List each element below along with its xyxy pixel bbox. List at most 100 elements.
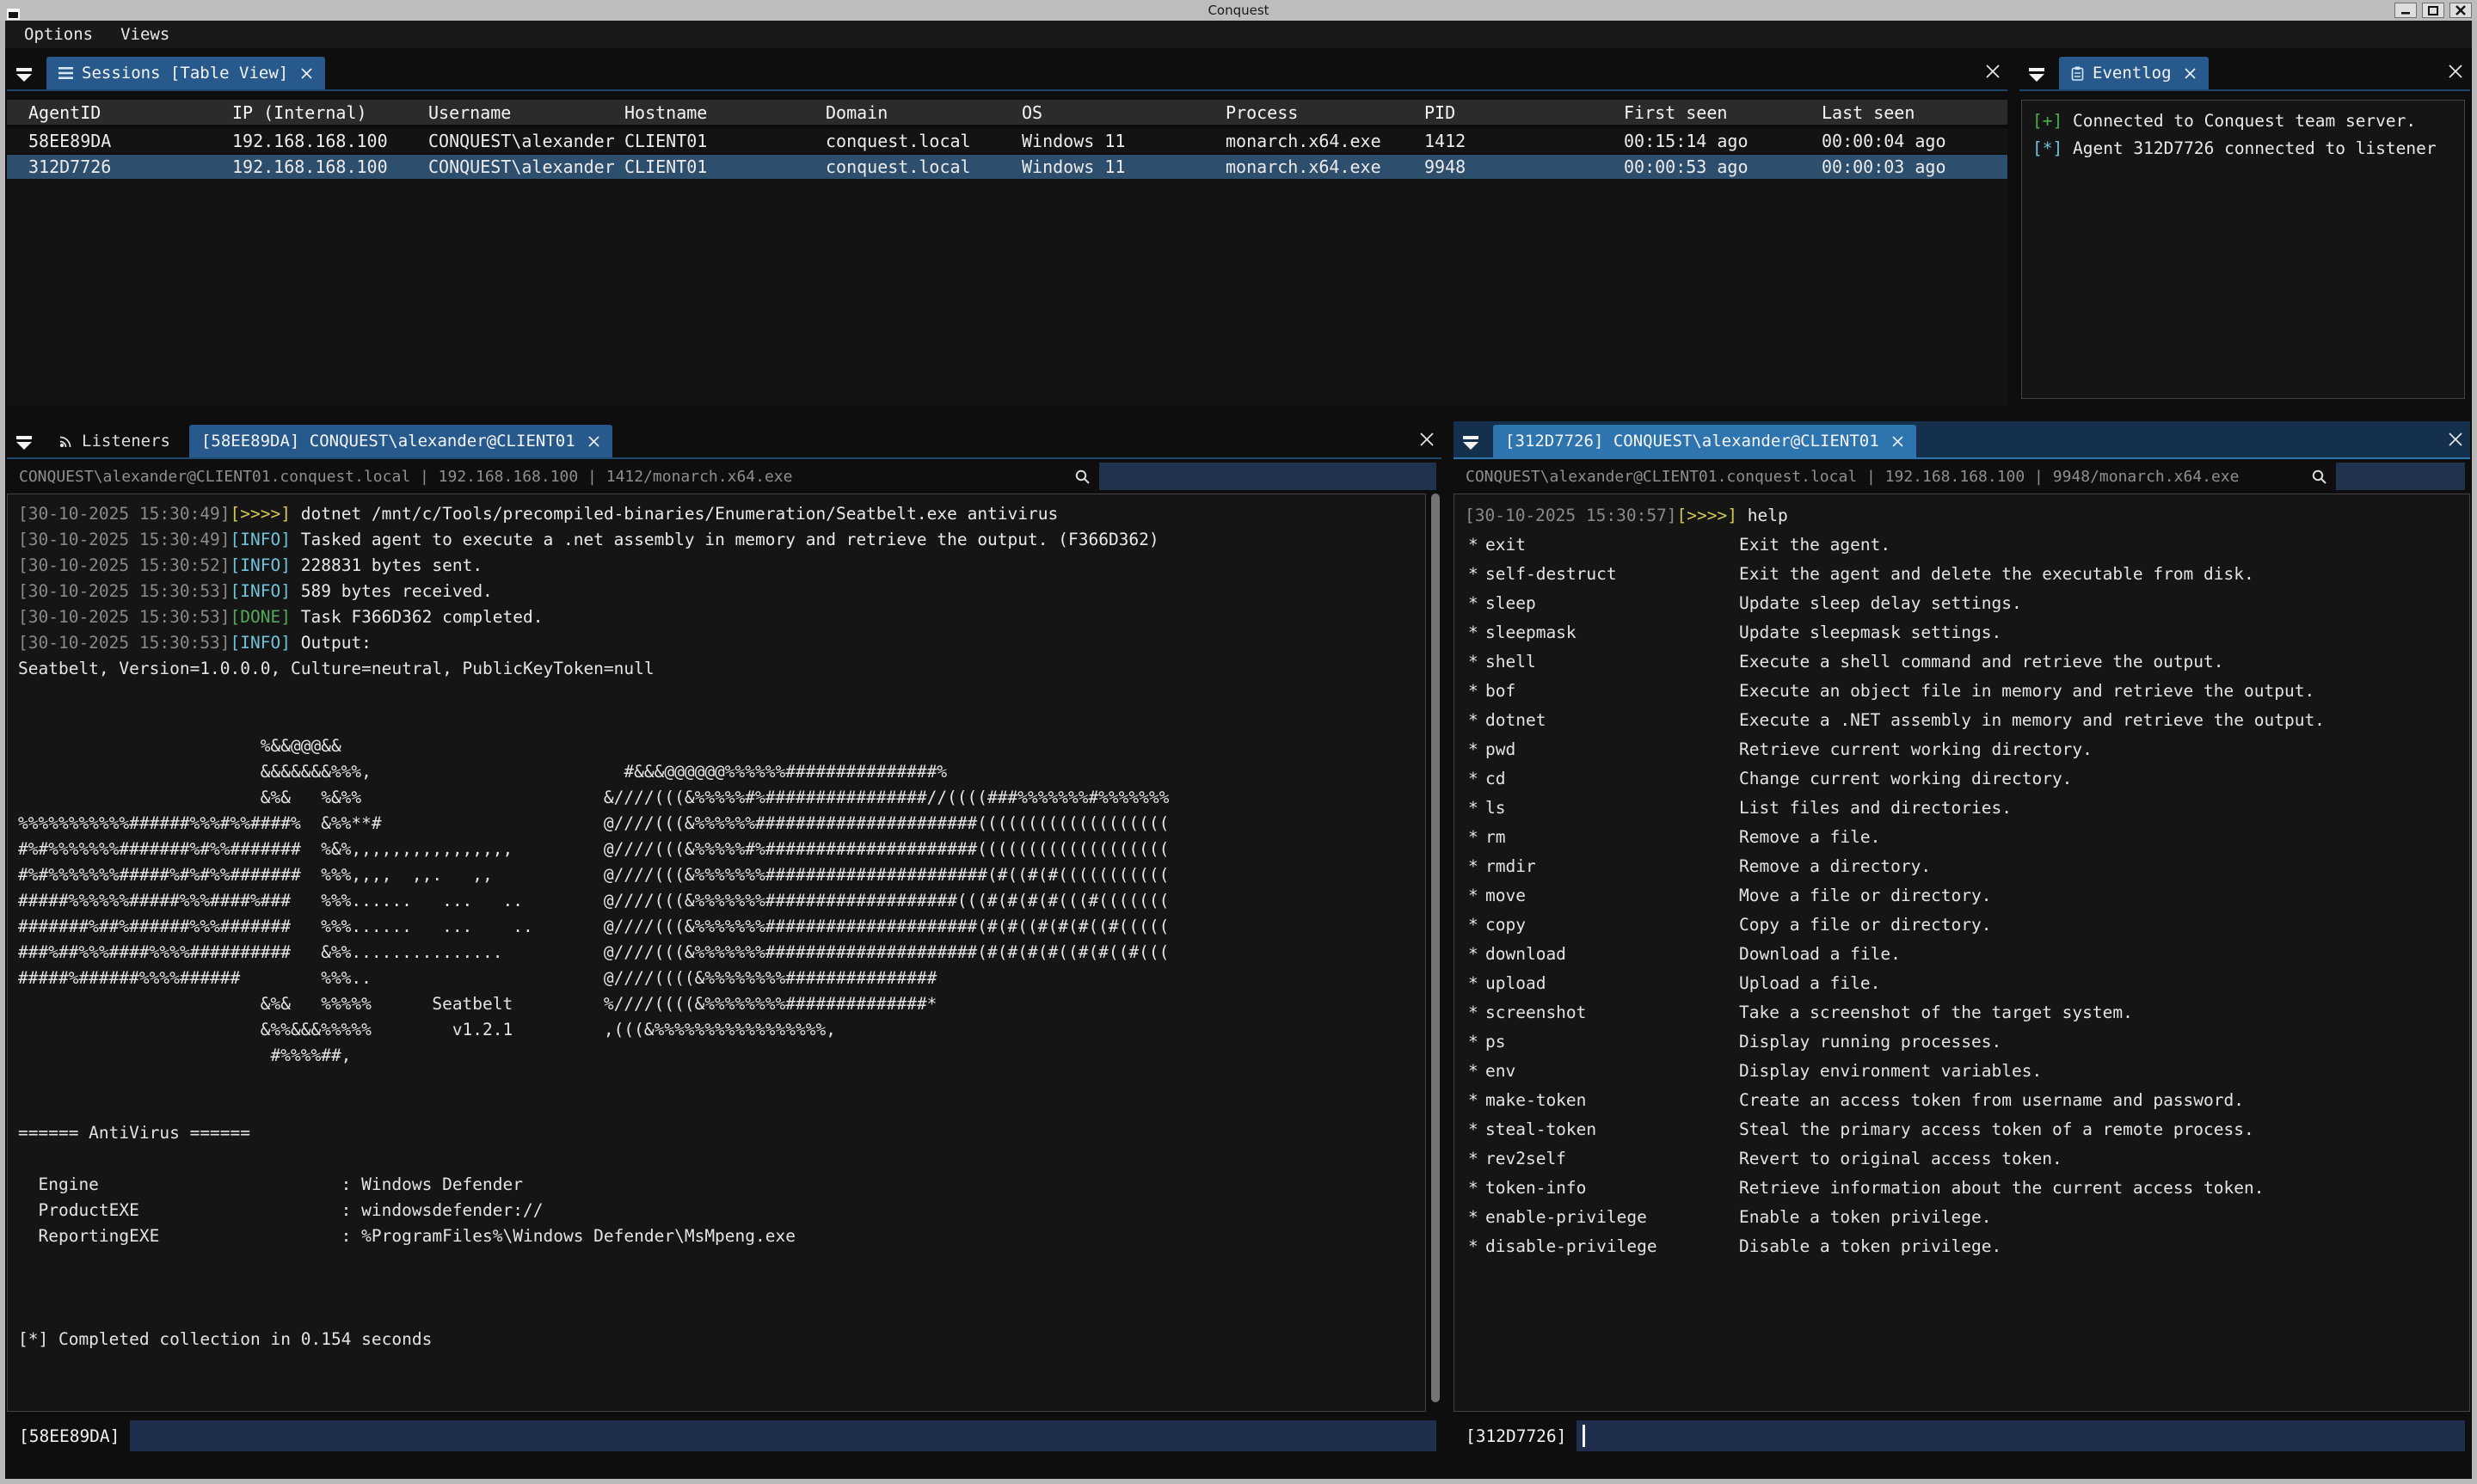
left-search-input[interactable] (1099, 463, 1436, 490)
log-line: [30-10-2025 15:30:49][>>>>] dotnet /mnt/… (18, 501, 1415, 527)
command-name: enable-privilege (1485, 1203, 1739, 1232)
right-search-input[interactable] (2336, 463, 2465, 490)
tab-label: Sessions [Table View] (82, 64, 288, 83)
broadcast-icon (58, 434, 73, 449)
cell-agent-id: 312D7726 (28, 156, 232, 177)
right-command-input[interactable] (1577, 1420, 2465, 1451)
right-console-output[interactable]: [30-10-2025 15:30:57][>>>>] help *exitEx… (1454, 494, 2470, 1412)
help-command-row: *cdChange current working directory. (1465, 764, 2459, 794)
cell-ip: 192.168.168.100 (232, 156, 428, 177)
command-name: shell (1485, 647, 1739, 677)
command-name: token-info (1485, 1174, 1739, 1203)
help-command-row: *disable-privilegeDisable a token privil… (1465, 1232, 2459, 1261)
command-name: ls (1485, 794, 1739, 823)
sessions-panel-close-icon[interactable] (1985, 64, 2001, 79)
tab-listeners[interactable]: Listeners (46, 425, 182, 457)
search-icon (1074, 469, 1091, 485)
log-tag: [INFO] (230, 633, 291, 653)
command-name: download (1485, 940, 1739, 969)
tab-close-icon[interactable] (587, 435, 600, 448)
close-button[interactable] (2449, 3, 2472, 18)
help-command-row: *uploadUpload a file. (1465, 969, 2459, 998)
minimize-button[interactable] (2394, 3, 2417, 18)
eventlog-panel-close-icon[interactable] (2448, 64, 2463, 79)
panel-menu-dropdown-icon[interactable] (2028, 68, 2045, 82)
menu-item[interactable]: Options (24, 25, 93, 44)
left-input-bar: [58EE89DA] (7, 1412, 1441, 1460)
command-name: exit (1485, 530, 1739, 560)
panel-menu-dropdown-icon[interactable] (15, 436, 33, 450)
command-description: Remove a directory. (1739, 852, 2459, 881)
sessions-table: AgentIDIP (Internal)UsernameHostnameDoma… (7, 100, 2007, 406)
session-row[interactable]: 312D7726 192.168.168.100 CONQUEST\alexan… (7, 153, 2007, 179)
command-name: sleepmask (1485, 618, 1739, 647)
left-log: [30-10-2025 15:30:49][>>>>] dotnet /mnt/… (18, 501, 1415, 656)
log-line: [30-10-2025 15:30:52][INFO] 228831 bytes… (18, 553, 1415, 579)
command-description: Remove a file. (1739, 823, 2459, 852)
command-description: Update sleep delay settings. (1739, 589, 2459, 618)
session-row[interactable]: 58EE89DA 192.168.168.100 CONQUEST\alexan… (7, 127, 2007, 153)
command-description: Download a file. (1739, 940, 2459, 969)
command-description: Disable a token privilege. (1739, 1232, 2459, 1261)
cell-username: CONQUEST\alexander (428, 156, 624, 177)
right-log: [30-10-2025 15:30:57][>>>>] help (1465, 501, 2459, 530)
title-bar[interactable]: Conquest (0, 0, 2477, 21)
command-description: Execute a .NET assembly in memory and re… (1739, 706, 2459, 735)
command-description: Upload a file. (1739, 969, 2459, 998)
cell-hostname: CLIENT01 (624, 131, 826, 151)
help-command-row: *envDisplay environment variables. (1465, 1057, 2459, 1086)
left-console-output[interactable]: [30-10-2025 15:30:49][>>>>] dotnet /mnt/… (7, 494, 1426, 1412)
eventlog-console[interactable]: [+] Connected to Conquest team server. [… (2021, 100, 2465, 399)
tab-close-icon[interactable] (300, 67, 313, 80)
scrollbar-thumb[interactable] (1431, 494, 1440, 1402)
help-command-row: *screenshotTake a screenshot of the targ… (1465, 998, 2459, 1027)
window-icon (7, 9, 20, 20)
left-console-scrollbar[interactable] (1429, 494, 1441, 1412)
column-header: Last seen (1822, 102, 2007, 123)
text-cursor (1583, 1425, 1585, 1447)
log-line: [30-10-2025 15:30:53][INFO] 589 bytes re… (18, 579, 1415, 604)
cell-first-seen: 00:15:14 ago (1624, 131, 1822, 151)
command-description: Update sleepmask settings. (1739, 618, 2459, 647)
left-command-input[interactable] (130, 1420, 1436, 1451)
tab-eventlog[interactable]: Eventlog (2059, 57, 2209, 89)
right-input-bar: [312D7726] (1454, 1412, 2470, 1460)
menu-item[interactable]: Views (120, 25, 169, 44)
tab-session-312d7726[interactable]: [312D7726] CONQUEST\alexander@CLIENT01 (1493, 425, 1916, 457)
right-panel-close-icon[interactable] (2448, 432, 2463, 447)
cell-process: monarch.x64.exe (1226, 131, 1424, 151)
tab-label: [58EE89DA] CONQUEST\alexander@CLIENT01 (201, 432, 575, 451)
command-name: rm (1485, 823, 1739, 852)
tab-sessions-table-view[interactable]: Sessions [Table View] (46, 57, 325, 89)
command-description: Revert to original access token. (1739, 1144, 2459, 1174)
top-row: Sessions [Table View] AgentIDIP (Interna… (5, 48, 2472, 413)
eventlog-tab-bar: Eventlog (2019, 53, 2470, 91)
help-command-row: *bofExecute an object file in memory and… (1465, 677, 2459, 706)
command-name: make-token (1485, 1086, 1739, 1115)
tab-label: [312D7726] CONQUEST\alexander@CLIENT01 (1505, 432, 1879, 451)
maximize-button[interactable] (2422, 3, 2444, 18)
command-name: sleep (1485, 589, 1739, 618)
command-description: Copy a file or directory. (1739, 911, 2459, 940)
panel-menu-dropdown-icon[interactable] (1462, 436, 1479, 450)
agent-312d7726-panel: [312D7726] CONQUEST\alexander@CLIENT01 C… (1454, 421, 2470, 1460)
tab-session-58ee89da[interactable]: [58EE89DA] CONQUEST\alexander@CLIENT01 (189, 425, 612, 457)
event-tag: [+] (2032, 111, 2062, 131)
panel-menu-dropdown-icon[interactable] (15, 68, 33, 82)
column-header: Hostname (624, 102, 826, 123)
close-icon (2455, 5, 2466, 15)
eventlog-entry: [*] Agent 312D7726 connected to listener (2032, 135, 2454, 163)
column-header: Username (428, 102, 624, 123)
cell-last-seen: 00:00:04 ago (1822, 131, 2007, 151)
column-header: IP (Internal) (232, 102, 428, 123)
tab-close-icon[interactable] (2184, 67, 2197, 80)
tab-close-icon[interactable] (1891, 435, 1904, 448)
cell-pid: 9948 (1424, 156, 1624, 177)
right-status-bar: CONQUEST\alexander@CLIENT01.conquest.loc… (1454, 459, 2470, 494)
column-header: OS (1022, 102, 1226, 123)
log-tag: [>>>>] (1677, 506, 1737, 525)
help-command-row: *moveMove a file or directory. (1465, 881, 2459, 911)
tab-label: Eventlog (2093, 64, 2172, 83)
help-command-row: *sleepUpdate sleep delay settings. (1465, 589, 2459, 618)
left-panel-close-icon[interactable] (1419, 432, 1435, 447)
